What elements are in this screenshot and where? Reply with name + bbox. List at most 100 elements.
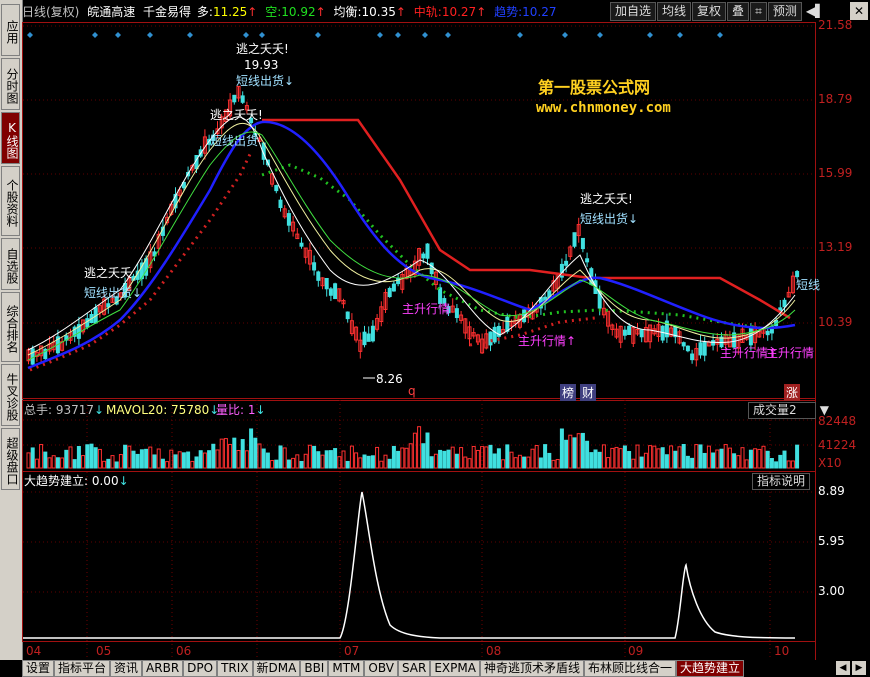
kline-chart[interactable] (0, 0, 870, 660)
tab-bollinger-gmma[interactable]: 布林顾比线合一 (583, 660, 676, 677)
volume-bar (706, 445, 711, 469)
high-price-label: 19.93 (244, 58, 279, 72)
volume-bar (240, 439, 245, 469)
tab-contradiction-line[interactable]: 神奇逃顶术矛盾线 (479, 660, 584, 677)
volume-bar (135, 453, 140, 469)
volume-bar (530, 448, 535, 469)
volume-bar (68, 446, 73, 469)
candle-body (627, 325, 632, 335)
candle-body (585, 258, 590, 263)
indicator-tick-1: 8.89 (818, 484, 845, 498)
tab-obv[interactable]: OBV (364, 660, 398, 677)
escape-annotation: 逃之夭夭! (210, 108, 263, 122)
volume-bar (362, 454, 367, 469)
volume-bar (30, 447, 35, 469)
ma-yellow (27, 122, 796, 356)
tab-expma[interactable]: EXPMA (430, 660, 480, 677)
volume-bar (307, 444, 312, 469)
volume-bar (454, 453, 459, 469)
candle-body (345, 311, 350, 320)
candle-body (316, 271, 321, 281)
tab-dpo[interactable]: DPO (183, 660, 218, 677)
scroll-left-icon[interactable]: ◀ (836, 661, 850, 675)
volume-bar (492, 453, 497, 469)
volume-selector[interactable]: 成交量2 ▼ (748, 402, 829, 419)
volume-bar (471, 445, 476, 469)
volume-bar (228, 443, 233, 469)
price-tick-5: 10.39 (818, 315, 853, 329)
volume-bar (207, 450, 212, 469)
candle-body (324, 277, 329, 290)
volume-bar (93, 447, 98, 469)
escape-annotation: 逃之夭夭 (84, 266, 133, 280)
volume-bar (274, 459, 279, 469)
volume-bar (723, 444, 728, 469)
price-tick-3: 15.99 (818, 166, 853, 180)
volume-bar (156, 448, 161, 469)
tab-bbi[interactable]: BBI (300, 660, 329, 677)
volume-bar (194, 456, 199, 469)
tab-settings[interactable]: 设置 (22, 660, 55, 677)
volume-bar (232, 437, 237, 469)
x-tick: 10 (774, 644, 790, 658)
volume-bar (522, 456, 527, 469)
volume-bar (337, 456, 342, 469)
volume-bar (278, 445, 283, 469)
volume-bar (601, 444, 606, 469)
volume-bar (316, 451, 321, 469)
volume-bar (446, 449, 451, 469)
event-marker: q (408, 384, 416, 398)
volume-bar (110, 455, 115, 469)
tab-indicator-platform[interactable]: 指标平台 (54, 660, 111, 677)
volume-bar (370, 455, 375, 469)
volume-bar (727, 447, 732, 469)
volume-bar (488, 444, 493, 469)
volume-bar (265, 452, 270, 469)
volume-bar (790, 460, 795, 469)
volume-bar (631, 458, 636, 469)
rally-annotation: 主升行情↑ (518, 334, 577, 348)
volume-bar (261, 448, 266, 469)
tab-news[interactable]: 资讯 (110, 660, 143, 677)
volume-bar (656, 448, 661, 469)
volume-bar (26, 452, 31, 469)
indicator-tick-2: 5.95 (818, 534, 845, 548)
volume-bar (244, 450, 249, 469)
volume-bar (282, 447, 287, 469)
indicator-help-button[interactable]: 指标说明 (752, 473, 811, 490)
volume-bar (177, 451, 182, 469)
tab-big-trend[interactable]: 大趋势建立 (675, 660, 744, 677)
candle-body (391, 283, 396, 292)
candle-body (702, 341, 707, 356)
volume-bar (627, 451, 632, 469)
candle-body (685, 345, 690, 352)
volume-bar (568, 434, 573, 469)
volume-bar (606, 457, 611, 469)
volume-bar (576, 433, 581, 469)
tab-arbr[interactable]: ARBR (142, 660, 184, 677)
volume-bar (328, 450, 333, 469)
x-tick: 05 (96, 644, 112, 658)
event-marker: 榜 (560, 384, 577, 401)
tab-sar[interactable]: SAR (397, 660, 431, 677)
volume-bar (391, 445, 396, 469)
volume-bar (677, 446, 682, 469)
volume-bar (144, 448, 149, 469)
tab-new-dma[interactable]: 新DMA (252, 660, 301, 677)
volume-ratio: 量比: 1↓ (216, 403, 266, 417)
candle-body (488, 331, 493, 346)
volume-bar (257, 443, 262, 469)
scroll-right-icon[interactable]: ▶ (852, 661, 866, 675)
tab-trix[interactable]: TRIX (217, 660, 253, 677)
volume-bar (421, 443, 426, 469)
volume-bar (387, 458, 392, 469)
volume-bar (648, 445, 653, 469)
volume-bar (534, 445, 539, 469)
volume-bar (47, 457, 52, 469)
volume-bar (396, 450, 401, 469)
volume-bar (438, 449, 443, 469)
escape-annotation: 逃之夭夭! (580, 192, 633, 206)
sar-dots (29, 149, 254, 372)
tab-mtm[interactable]: MTM (328, 660, 365, 677)
candle-body (681, 342, 686, 347)
